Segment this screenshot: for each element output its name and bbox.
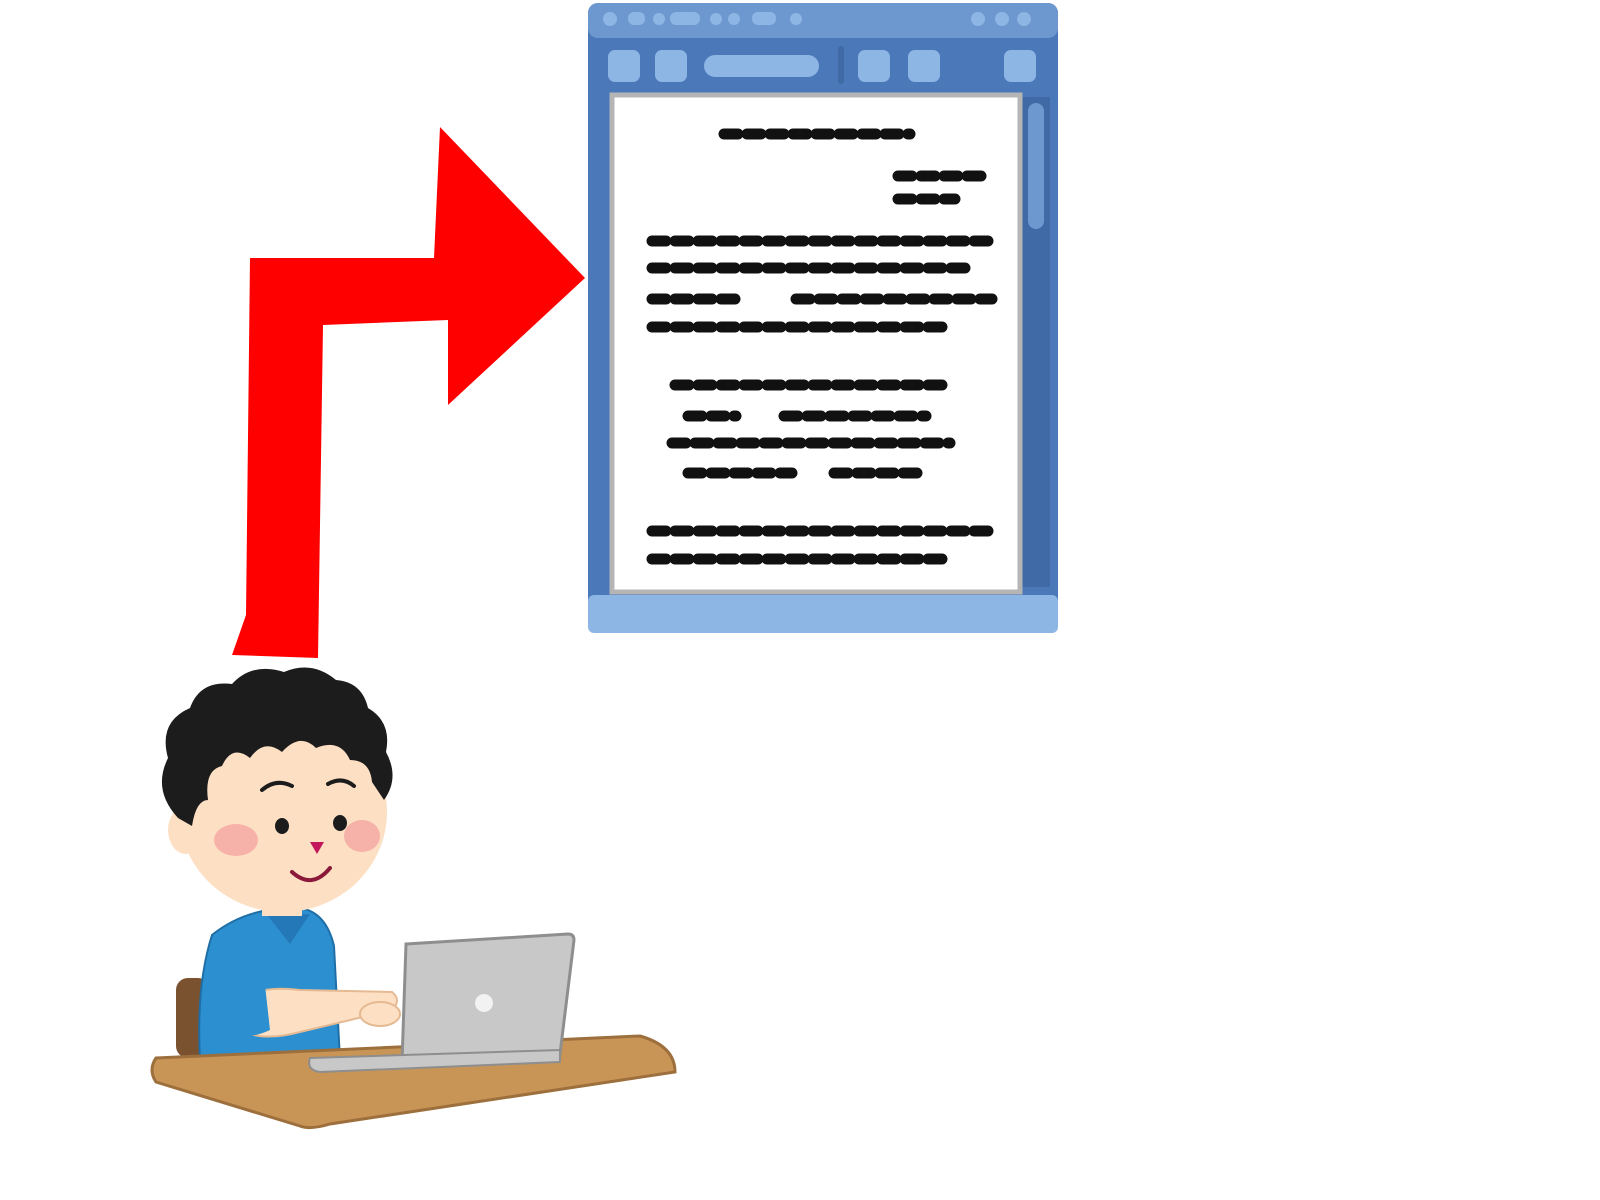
arrow-shape — [232, 127, 585, 658]
illustration-scene — [150, 3, 1058, 1130]
bent-arrow-icon — [232, 127, 585, 658]
hand — [359, 1001, 401, 1027]
eye-left — [275, 818, 289, 834]
cheek-left — [214, 824, 258, 856]
window-scrollbar-thumb — [1028, 103, 1044, 229]
laptop-logo-icon — [475, 994, 493, 1012]
person-at-laptop-illustration — [150, 667, 677, 1130]
sleeve — [210, 949, 270, 1037]
document-page — [609, 92, 1023, 595]
window-statusbar — [588, 595, 1058, 633]
eye-right — [333, 815, 347, 831]
cheek-right — [344, 820, 380, 852]
document-window-icon — [588, 3, 1058, 633]
